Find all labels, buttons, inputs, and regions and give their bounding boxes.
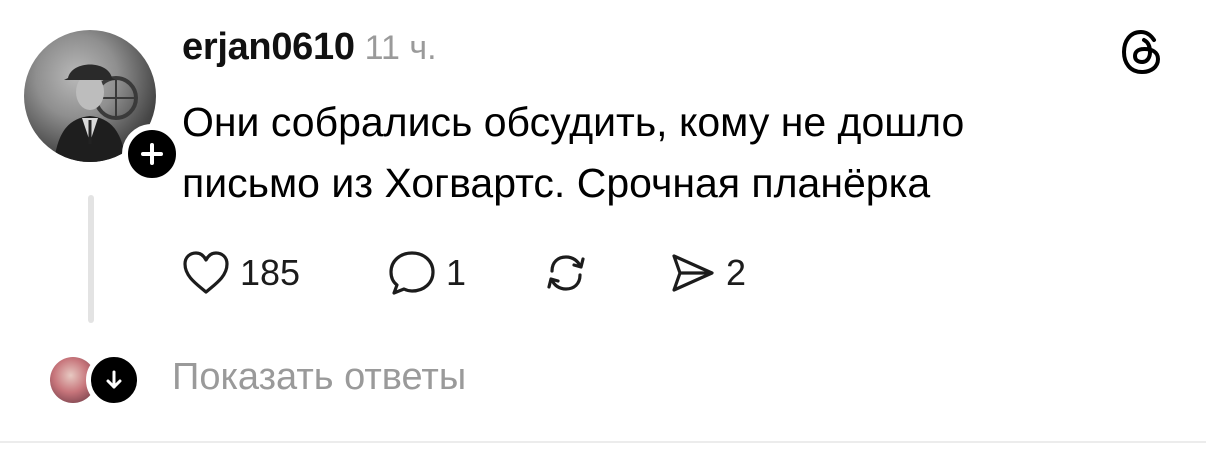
like-count: 185: [240, 252, 301, 293]
show-replies-link[interactable]: Показать ответы: [172, 356, 466, 399]
comment-button[interactable]: 1: [386, 247, 466, 299]
post-body: Они собрались обсудить, кому не дошло пи…: [182, 92, 1142, 214]
thread-line: [88, 195, 94, 323]
share-count: 2: [726, 252, 747, 293]
post-time: 11 ч.: [364, 29, 437, 67]
speech-bubble-icon: [389, 251, 435, 295]
divider: [0, 441, 1206, 443]
follow-plus-icon[interactable]: [122, 124, 182, 184]
share-button[interactable]: 2: [666, 247, 746, 299]
repost-icon: [547, 255, 585, 291]
heart-icon: [183, 251, 229, 294]
threads-logo-icon[interactable]: [1114, 24, 1170, 80]
username[interactable]: erjan0610: [182, 26, 355, 68]
post-text-line: Они собрались обсудить, кому не дошло: [182, 99, 965, 145]
like-button[interactable]: 185: [180, 247, 300, 299]
repost-button[interactable]: [540, 247, 592, 299]
post-author-avatar[interactable]: [24, 30, 182, 184]
comment-count: 1: [446, 252, 467, 293]
post-text-line: письмо из Хогвартс. Срочная планёрка: [182, 160, 931, 206]
arrow-down-icon: [86, 352, 142, 408]
send-icon: [672, 254, 714, 292]
post-header: erjan0610 11 ч.: [182, 26, 437, 70]
